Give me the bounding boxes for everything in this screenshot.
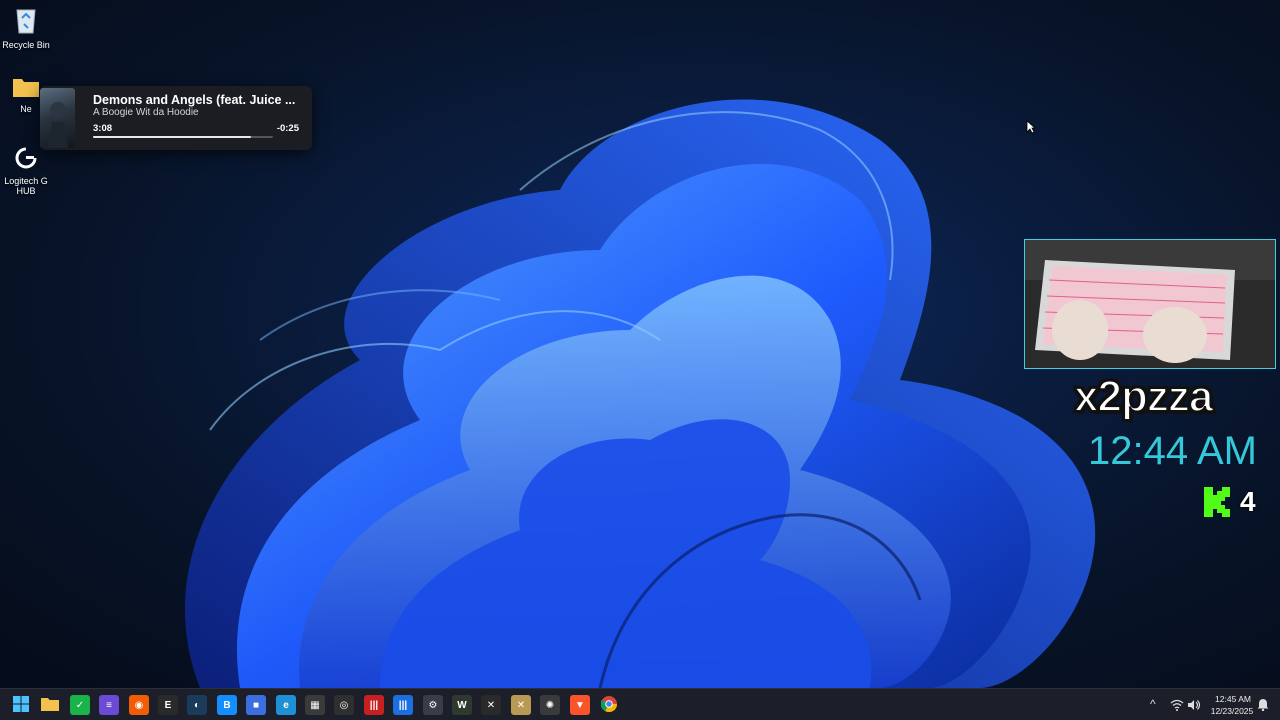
app-x-dark[interactable]: ✕ — [481, 695, 501, 715]
battlenet-icon: B — [223, 699, 231, 711]
obs-icon: ◎ — [339, 699, 349, 711]
wifi-icon[interactable] — [1170, 699, 1184, 711]
desktop-icon-logitech-ghub[interactable]: Logitech G HUB — [0, 146, 52, 196]
tray-overflow-chevron-icon[interactable]: ^ — [1150, 697, 1156, 711]
battlenet-app[interactable]: B — [217, 695, 237, 715]
app-x-gold[interactable]: ✕ — [511, 695, 531, 715]
minecraft-app[interactable]: ▦ — [305, 695, 325, 715]
folder-icon — [41, 697, 59, 714]
xbox-app[interactable]: ✓ — [70, 695, 90, 715]
notes-icon: ≡ — [106, 699, 112, 711]
album-art — [40, 88, 75, 148]
epic-games-app[interactable]: E — [158, 695, 178, 715]
kick-logo-icon — [1204, 487, 1230, 517]
desktop-icon-label: Ne — [20, 104, 32, 114]
recycle-bin-icon — [0, 6, 52, 36]
viewer-count: 4 — [1240, 486, 1256, 517]
w-icon: W — [457, 699, 467, 711]
brave-app[interactable]: ▼ — [570, 695, 590, 715]
mouse-cursor-icon — [1026, 120, 1036, 134]
webcam-overlay — [1024, 239, 1276, 369]
chrome-app[interactable] — [599, 695, 619, 715]
app-sun[interactable]: ✺ — [540, 695, 560, 715]
taskbar: ✓ ≡ ◉ E ◐ B ■ e ▦ ◎ ||| ||| ⚙ W ✕ ✕ ✺ ▼ ^ 12:45 AM 12/23/… — [0, 688, 1280, 720]
steam-icon: ◐ — [193, 699, 201, 711]
edge-app[interactable]: e — [276, 695, 296, 715]
origin-app[interactable]: ◉ — [129, 695, 149, 715]
elapsed-time: 3:08 — [93, 123, 113, 134]
obs-app[interactable]: ◎ — [334, 695, 354, 715]
notification-bell-icon[interactable] — [1257, 698, 1269, 711]
blue-bars-icon: ||| — [398, 699, 408, 711]
playback-progress-bar[interactable] — [93, 136, 273, 138]
x-gold-icon: ✕ — [516, 699, 526, 711]
overlay-clock: 12:44 AM — [1088, 429, 1258, 473]
playback-progress-fill — [93, 136, 252, 138]
blue-square-icon: ■ — [252, 699, 260, 711]
desktop-icon-label: Recycle Bin — [2, 40, 50, 50]
start-button[interactable] — [11, 695, 31, 715]
brave-icon: ▼ — [575, 699, 585, 711]
red-bars-icon: ||| — [369, 699, 379, 711]
desktop-icon-label: Logitech G HUB — [4, 176, 48, 196]
streamer-username: x2pzza — [1073, 371, 1214, 422]
app-blue-bars[interactable]: ||| — [393, 695, 413, 715]
keyboard-camera-view — [1025, 240, 1275, 368]
app-blue-square[interactable]: ■ — [246, 695, 266, 715]
minecraft-icon: ▦ — [310, 699, 320, 711]
app-w[interactable]: W — [452, 695, 472, 715]
x-icon: ✕ — [486, 699, 496, 711]
volume-icon[interactable] — [1187, 699, 1201, 711]
song-artist: A Boogie Wit da Hoodie — [93, 107, 199, 118]
sun-icon: ✺ — [545, 699, 555, 711]
settings-app[interactable]: ⚙ — [423, 695, 443, 715]
desktop-icon-recycle-bin[interactable]: Recycle Bin — [0, 6, 52, 50]
steam-app[interactable]: ◐ — [187, 695, 207, 715]
notes-app[interactable]: ≡ — [99, 695, 119, 715]
xbox-icon: ✓ — [75, 699, 85, 711]
song-title: Demons and Angels (feat. Juice ... — [93, 93, 296, 107]
edge-icon: e — [283, 699, 289, 711]
gear-icon: ⚙ — [428, 699, 438, 711]
origin-icon: ◉ — [134, 699, 144, 711]
file-explorer-app[interactable] — [40, 695, 60, 715]
chrome-icon — [600, 695, 618, 715]
remaining-time: -0:25 — [276, 123, 299, 134]
app-red-bars[interactable]: ||| — [364, 695, 384, 715]
media-flyout[interactable]: Demons and Angels (feat. Juice ... A Boo… — [40, 86, 312, 150]
epic-games-icon: E — [164, 699, 172, 711]
desktop: Recycle Bin Ne Logitech G HUB Demons and… — [0, 0, 1280, 688]
taskbar-clock-time[interactable]: 12:45 AM — [1213, 694, 1253, 704]
windows-logo-icon — [13, 695, 29, 715]
taskbar-clock-date[interactable]: 12/23/2025 — [1208, 706, 1256, 716]
